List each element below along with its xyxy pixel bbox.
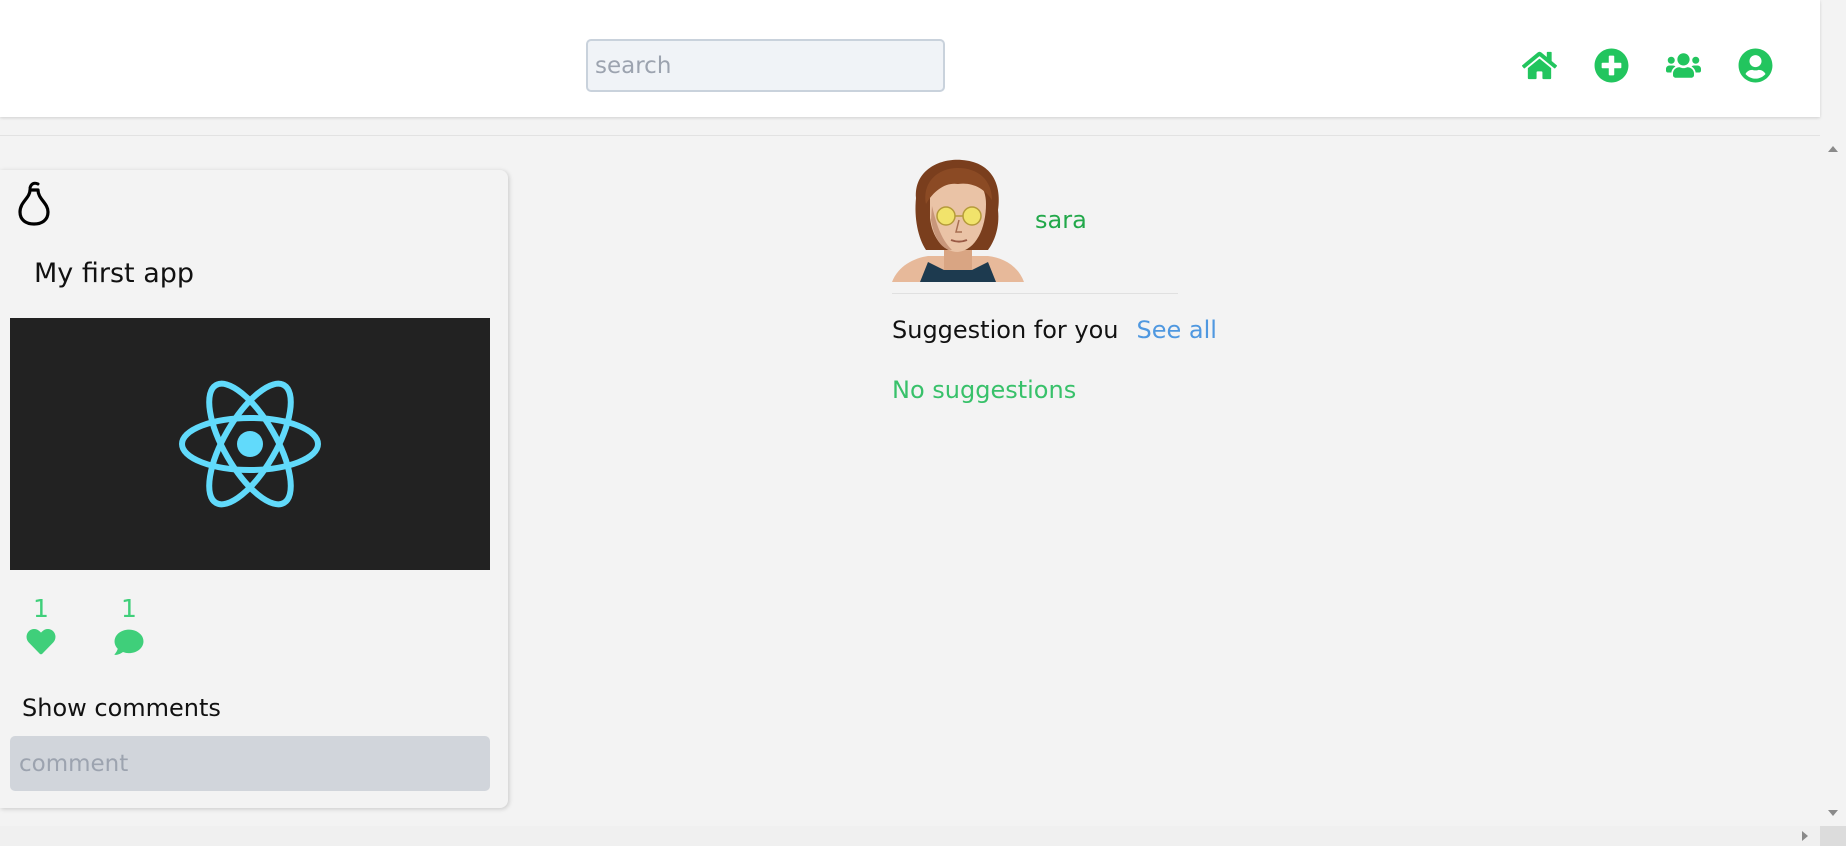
heart-icon[interactable] [26, 629, 56, 655]
scrollbar-corner [1820, 826, 1846, 846]
post-card: My first app 1 1 Show comments [0, 170, 508, 808]
search-input[interactable] [586, 39, 945, 92]
no-suggestions-text: No suggestions [892, 376, 1077, 404]
scroll-down-icon[interactable] [1828, 810, 1838, 816]
add-circle-icon[interactable] [1594, 48, 1629, 83]
avatar[interactable] [892, 158, 1024, 282]
home-icon[interactable] [1522, 48, 1557, 83]
user-circle-icon[interactable] [1738, 48, 1773, 83]
suggestions-title: Suggestion for you [892, 316, 1119, 344]
scroll-right-icon[interactable] [1802, 831, 1808, 841]
post-image[interactable] [10, 318, 490, 570]
react-logo-icon [179, 380, 321, 508]
see-all-link[interactable]: See all [1137, 316, 1217, 344]
comment-count: 1 [121, 594, 137, 623]
like-stat[interactable]: 1 [26, 596, 56, 655]
horizontal-scrollbar[interactable] [0, 826, 1820, 846]
comment-bubble-icon[interactable] [114, 629, 144, 655]
scroll-up-icon[interactable] [1828, 146, 1838, 152]
show-comments-link[interactable]: Show comments [22, 694, 221, 722]
header-divider [0, 135, 1820, 136]
profile-username[interactable]: sara [1035, 206, 1087, 234]
pear-icon [18, 181, 50, 226]
nav-icon-group [1522, 48, 1773, 83]
vertical-scrollbar[interactable] [1820, 136, 1846, 826]
top-navbar [0, 0, 1820, 117]
comment-stat[interactable]: 1 [114, 596, 144, 655]
comment-input[interactable] [10, 736, 490, 791]
profile-panel: sara Suggestion for you See all No sugge… [892, 158, 1217, 404]
users-icon[interactable] [1666, 48, 1701, 83]
post-title: My first app [34, 258, 195, 289]
like-count: 1 [33, 594, 49, 623]
profile-divider [892, 293, 1178, 294]
suggestions-header: Suggestion for you See all [892, 316, 1217, 344]
